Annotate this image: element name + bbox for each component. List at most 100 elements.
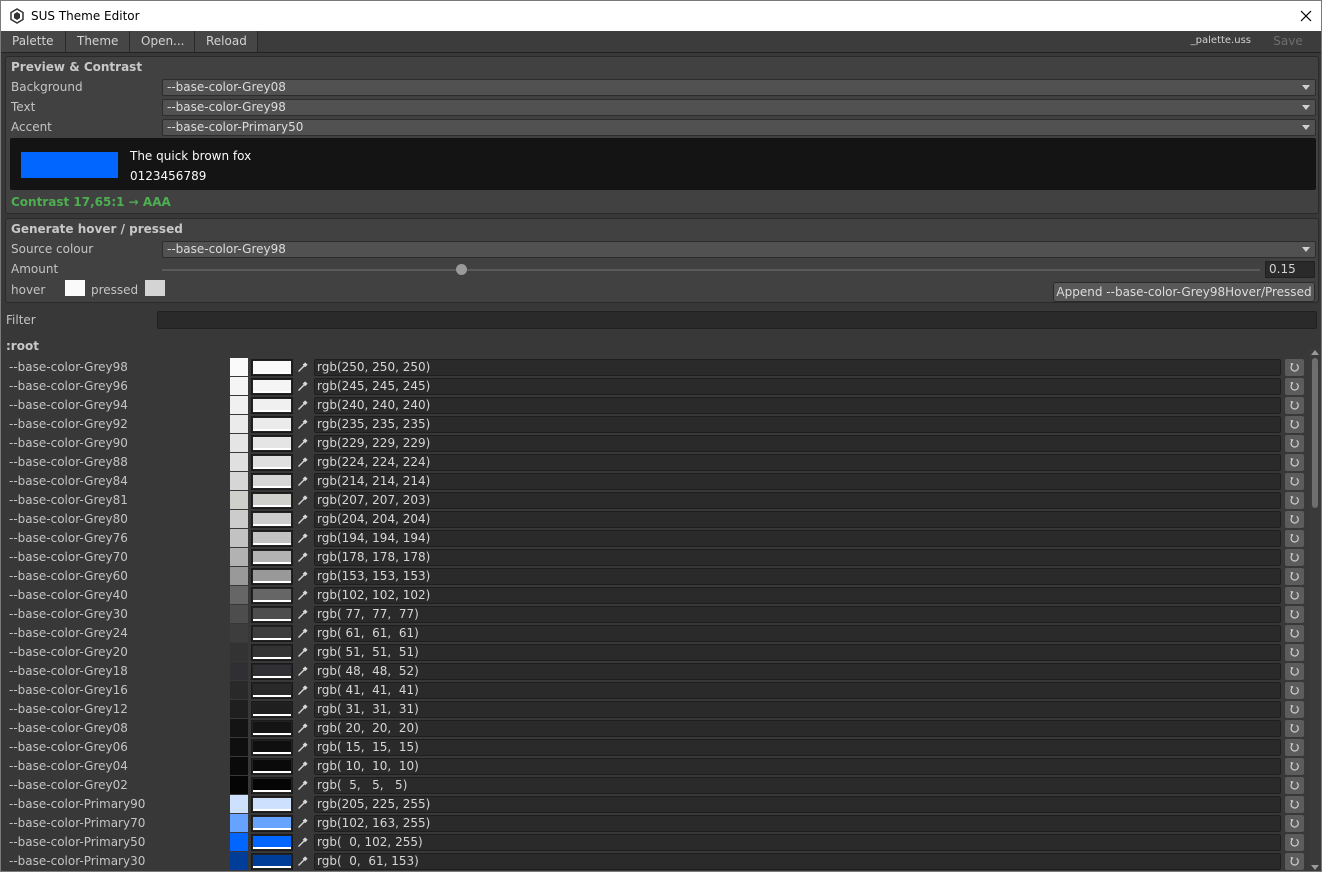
reset-button[interactable] [1285,796,1304,813]
eyedropper-button[interactable] [294,416,311,433]
eyedropper-button[interactable] [294,511,311,528]
rgb-value-input[interactable]: rgb(235, 235, 235) [314,416,1281,433]
reset-button[interactable] [1285,853,1304,870]
color-field[interactable] [251,682,293,699]
color-field[interactable] [251,492,293,509]
rgb-value-input[interactable]: rgb(214, 214, 214) [314,473,1281,490]
reset-button[interactable] [1285,359,1304,376]
color-field[interactable] [251,796,293,813]
reload-button[interactable]: Reload [195,31,258,52]
color-field[interactable] [251,473,293,490]
reset-button[interactable] [1285,701,1304,718]
color-field[interactable] [251,777,293,794]
rgb-value-input[interactable]: rgb( 0, 61, 153) [314,853,1281,870]
color-field[interactable] [251,530,293,547]
rgb-value-input[interactable]: rgb( 48, 48, 52) [314,663,1281,680]
rgb-value-input[interactable]: rgb( 10, 10, 10) [314,758,1281,775]
rgb-value-input[interactable]: rgb(102, 102, 102) [314,587,1281,604]
reset-button[interactable] [1285,663,1304,680]
reset-button[interactable] [1285,549,1304,566]
reset-button[interactable] [1285,644,1304,661]
close-button[interactable] [1291,1,1321,31]
reset-button[interactable] [1285,834,1304,851]
reset-button[interactable] [1285,397,1304,414]
source-colour-dropdown[interactable]: --base-color-Grey98 [162,241,1316,258]
color-field[interactable] [251,815,293,832]
color-field[interactable] [251,720,293,737]
eyedropper-button[interactable] [294,625,311,642]
rgb-value-input[interactable]: rgb(153, 153, 153) [314,568,1281,585]
color-field[interactable] [251,663,293,680]
eyedropper-button[interactable] [294,720,311,737]
reset-button[interactable] [1285,739,1304,756]
amount-input[interactable]: 0.15 [1265,261,1315,278]
reset-button[interactable] [1285,720,1304,737]
reset-button[interactable] [1285,511,1304,528]
color-field[interactable] [251,853,293,870]
text-dropdown[interactable]: --base-color-Grey98 [162,99,1316,116]
theme-menu-button[interactable]: Theme [66,31,130,52]
color-field[interactable] [251,739,293,756]
rgb-value-input[interactable]: rgb(194, 194, 194) [314,530,1281,547]
eyedropper-button[interactable] [294,739,311,756]
eyedropper-button[interactable] [294,644,311,661]
rgb-value-input[interactable]: rgb(240, 240, 240) [314,397,1281,414]
rgb-value-input[interactable]: rgb(205, 225, 255) [314,796,1281,813]
save-button[interactable]: Save [1259,32,1317,51]
eyedropper-button[interactable] [294,777,311,794]
palette-menu-button[interactable]: Palette [1,31,66,52]
color-field[interactable] [251,701,293,718]
eyedropper-button[interactable] [294,473,311,490]
reset-button[interactable] [1285,682,1304,699]
rgb-value-input[interactable]: rgb(250, 250, 250) [314,359,1281,376]
rgb-value-input[interactable]: rgb( 5, 5, 5) [314,777,1281,794]
eyedropper-button[interactable] [294,701,311,718]
rgb-value-input[interactable]: rgb( 41, 41, 41) [314,682,1281,699]
append-hover-pressed-button[interactable]: Append --base-color-Grey98Hover/Pressed [1053,282,1315,302]
eyedropper-button[interactable] [294,454,311,471]
eyedropper-button[interactable] [294,663,311,680]
eyedropper-button[interactable] [294,530,311,547]
rgb-value-input[interactable]: rgb(245, 245, 245) [314,378,1281,395]
amount-slider-track[interactable] [162,269,1260,271]
color-field[interactable] [251,587,293,604]
eyedropper-button[interactable] [294,815,311,832]
color-field[interactable] [251,834,293,851]
eyedropper-button[interactable] [294,397,311,414]
rgb-value-input[interactable]: rgb( 20, 20, 20) [314,720,1281,737]
color-field[interactable] [251,511,293,528]
color-field[interactable] [251,625,293,642]
background-dropdown[interactable]: --base-color-Grey08 [162,79,1316,96]
eyedropper-button[interactable] [294,359,311,376]
reset-button[interactable] [1285,606,1304,623]
color-field[interactable] [251,549,293,566]
reset-button[interactable] [1285,530,1304,547]
eyedropper-button[interactable] [294,834,311,851]
rgb-value-input[interactable]: rgb(178, 178, 178) [314,549,1281,566]
eyedropper-button[interactable] [294,587,311,604]
eyedropper-button[interactable] [294,549,311,566]
color-field[interactable] [251,644,293,661]
color-field[interactable] [251,758,293,775]
scrollbar-thumb[interactable] [1312,358,1318,508]
reset-button[interactable] [1285,625,1304,642]
rgb-value-input[interactable]: rgb( 15, 15, 15) [314,739,1281,756]
rgb-value-input[interactable]: rgb(207, 207, 203) [314,492,1281,509]
eyedropper-button[interactable] [294,758,311,775]
reset-button[interactable] [1285,587,1304,604]
reset-button[interactable] [1285,473,1304,490]
reset-button[interactable] [1285,758,1304,775]
reset-button[interactable] [1285,777,1304,794]
reset-button[interactable] [1285,378,1304,395]
color-field[interactable] [251,359,293,376]
eyedropper-button[interactable] [294,435,311,452]
eyedropper-button[interactable] [294,796,311,813]
eyedropper-button[interactable] [294,568,311,585]
rgb-value-input[interactable]: rgb( 61, 61, 61) [314,625,1281,642]
rgb-value-input[interactable]: rgb( 31, 31, 31) [314,701,1281,718]
open-button[interactable]: Open... [130,31,195,52]
color-field[interactable] [251,397,293,414]
rgb-value-input[interactable]: rgb(224, 224, 224) [314,454,1281,471]
color-field[interactable] [251,435,293,452]
rgb-value-input[interactable]: rgb(229, 229, 229) [314,435,1281,452]
